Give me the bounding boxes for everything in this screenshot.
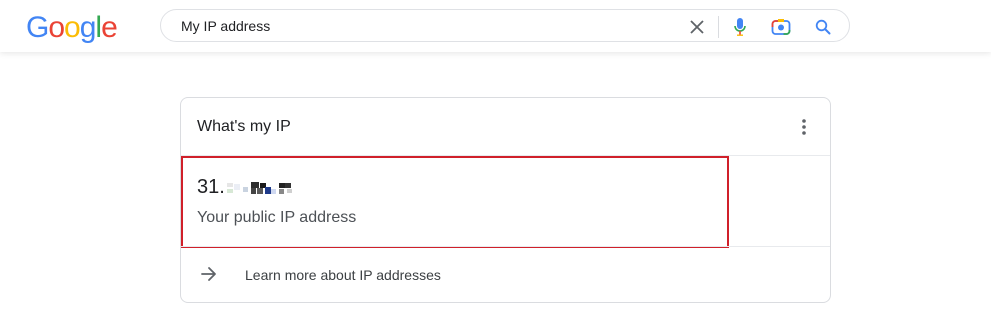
search-box [160,9,850,42]
logo-letter: G [26,11,49,44]
search-divider [718,16,719,38]
clear-icon[interactable] [686,16,708,38]
logo-letter: g [79,11,97,44]
header-bar: Google [0,0,991,52]
highlight-box [181,156,729,248]
logo-letter: e [101,11,118,44]
learn-more-link[interactable]: Learn more about IP addresses [181,247,830,303]
logo-letter: o [64,11,81,44]
arrow-right-icon [201,267,216,281]
card-title: What's my IP [197,118,291,135]
camera-lens-icon[interactable] [770,16,792,38]
google-logo[interactable]: Google [26,11,118,44]
ip-card: What's my IP 31. Your public IP address [180,97,831,303]
more-vert-icon[interactable] [796,116,812,138]
learn-more-label: Learn more about IP addresses [245,267,441,283]
logo-letter: o [48,11,65,44]
search-icon[interactable] [812,16,834,38]
search-input[interactable] [181,18,661,34]
mic-icon[interactable] [729,16,751,38]
